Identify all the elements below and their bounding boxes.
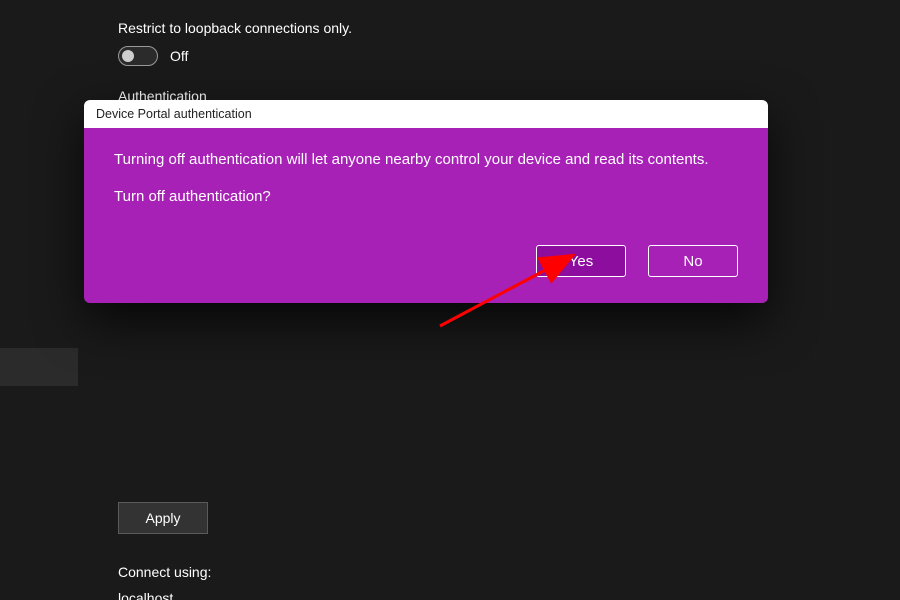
endpoint-name: localhost: [118, 590, 818, 600]
yes-button[interactable]: Yes: [536, 245, 626, 277]
connect-using-heading: Connect using:: [118, 564, 818, 580]
toggle-knob-icon: [122, 50, 134, 62]
loopback-toggle-state: Off: [170, 48, 188, 64]
loopback-toggle[interactable]: [118, 46, 158, 66]
dialog-title: Device Portal authentication: [84, 100, 768, 128]
dialog-question-text: Turn off authentication?: [114, 188, 738, 205]
endpoint-localhost: localhost http://localhost:50080: [118, 590, 818, 600]
loopback-toggle-row: Off: [118, 46, 818, 66]
auth-confirm-dialog: Device Portal authentication Turning off…: [84, 100, 768, 303]
dialog-warning-text: Turning off authentication will let anyo…: [114, 150, 738, 170]
loopback-label: Restrict to loopback connections only.: [118, 20, 818, 36]
dialog-body: Turning off authentication will let anyo…: [84, 128, 768, 303]
dialog-button-row: Yes No: [114, 245, 738, 277]
apply-button[interactable]: Apply: [118, 502, 208, 534]
sidebar-selected-stub: [0, 348, 78, 386]
no-button[interactable]: No: [648, 245, 738, 277]
